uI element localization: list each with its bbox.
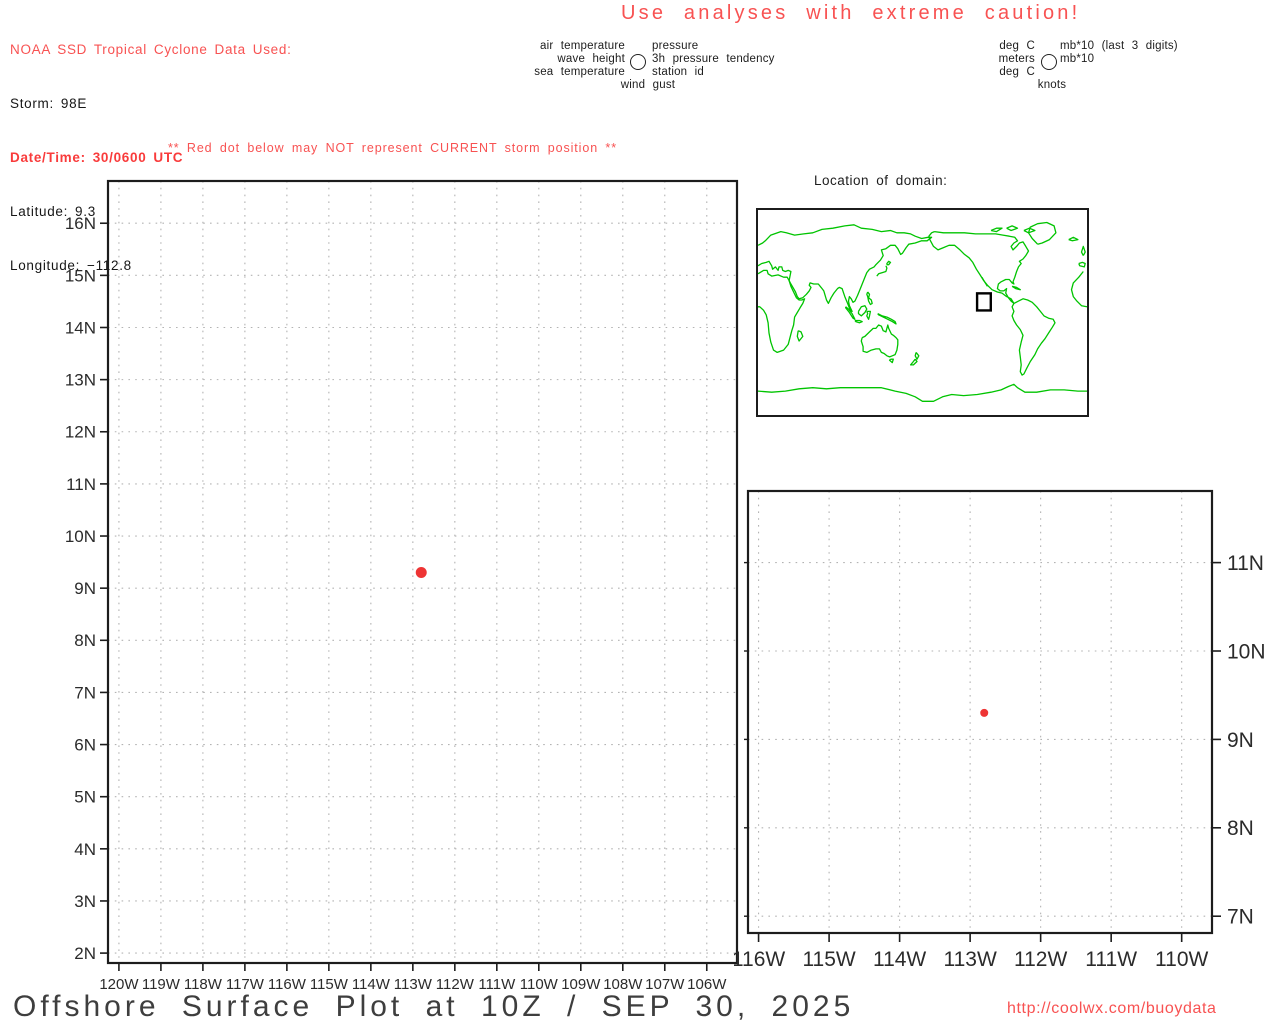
coastline [1078,261,1086,268]
noaa-source-line: NOAA SSD Tropical Cyclone Data Used: [10,42,292,57]
station-circle-icon [630,54,646,70]
coastline [1080,245,1086,256]
caution-banner: Use analyses with extreme caution! [621,2,1081,24]
coastline [914,351,920,360]
coastline [857,305,868,317]
inset-map-title: Location of domain: [814,173,948,188]
world-map-svg [757,221,1088,402]
unit-wave-height: meters [998,53,1035,65]
coastline [866,291,873,306]
y-tick-label: 12N [65,423,96,442]
y-tick-label: 15N [65,266,96,285]
unit-air-temperature: deg C [999,40,1035,52]
coastline [860,324,899,358]
y-tick-label: 6N [74,736,96,755]
unit-pressure-tendency: mb*10 [1060,53,1095,65]
legend-air-temperature: air temperature [540,40,625,52]
legend-wave-height: wave height [557,53,625,65]
storm-id-line: Storm: 98E [10,96,88,111]
coastline [876,265,888,277]
coastline [981,276,988,287]
y-tick-label: 11N [66,475,96,494]
y-tick-label: 13N [65,371,96,390]
y-tick-label: 9N [1227,729,1254,752]
y-tick-label: 8N [1227,817,1254,840]
zoom-plot: 116W 115W 114W 113W 112W 111W 110W 7N 8N 9N 10N 11N [734,489,1266,971]
storm-position-warning: ** Red dot below may NOT represent CURRE… [168,141,617,155]
coastline [1070,271,1088,308]
source-url: http://coolwx.com/buoydata [1007,1000,1217,1017]
y-tick-label: 16N [65,214,96,233]
y-tick-label: 14N [65,318,96,337]
x-tick-label: 112W [1014,948,1067,971]
coastline [854,319,863,324]
coastline [888,358,894,364]
y-tick-label: 10N [65,527,96,546]
coastline [796,330,804,342]
coastline [886,260,892,266]
coastline [757,224,933,313]
y-tick-label: 7N [1227,906,1254,929]
buoy-plot-page: { "header": { "noaa_line": "NOAA SSD Tro… [0,0,1280,1024]
station-circle-icon [1041,54,1057,70]
y-tick-label: 7N [74,683,96,702]
coastline [1011,298,1056,376]
legend-wind-gust: wind gust [620,79,676,91]
x-tick-label: 111W [1085,948,1137,971]
storm-position-dot [980,708,989,717]
y-tick-label: 10N [1227,640,1266,663]
y-tick-label: 9N [74,579,96,598]
storm-position-dot [415,567,427,579]
legend-station-id: station id [652,66,705,78]
coastline [1011,285,1021,291]
x-tick-label: 113W [943,948,996,971]
legend-pressure-tendency: 3h pressure tendency [652,53,775,65]
coastline [866,310,872,320]
y-tick-label: 5N [74,788,96,807]
coastline [1027,221,1057,245]
legend-sea-temperature: sea temperature [534,66,625,78]
unit-pressure: mb*10 (last 3 digits) [1060,40,1178,52]
unit-wind-gust: knots [1037,79,1067,91]
coastline [757,269,806,354]
inset-world-map [756,208,1089,417]
coastline [1006,225,1019,232]
y-tick-label: 8N [74,631,96,650]
coastline [909,358,918,366]
coastline [757,383,1087,402]
y-tick-label: 2N [74,944,96,963]
coastline [990,227,1003,233]
domain-box [975,292,992,312]
unit-sea-temperature: deg C [999,66,1035,78]
plot-border [746,489,1214,935]
legend-pressure: pressure [652,40,699,52]
main-plot: 120W 119W 118W 117W 116W 115W 114W 113W 112W 111W… [65,179,739,993]
page-title: Offshore Surface Plot at 10Z / SEP 30, 2… [13,990,855,1023]
coastline [877,313,897,325]
y-tick-label: 3N [74,892,96,911]
x-tick-label: 115W [802,948,855,971]
y-tick-label: 4N [74,840,96,859]
y-tick-label: 11N [1227,552,1264,575]
x-tick-label: 110W [1155,948,1208,971]
coastline [1068,236,1079,242]
x-tick-label: 114W [873,948,926,971]
x-tick-label: 116W [734,948,785,971]
